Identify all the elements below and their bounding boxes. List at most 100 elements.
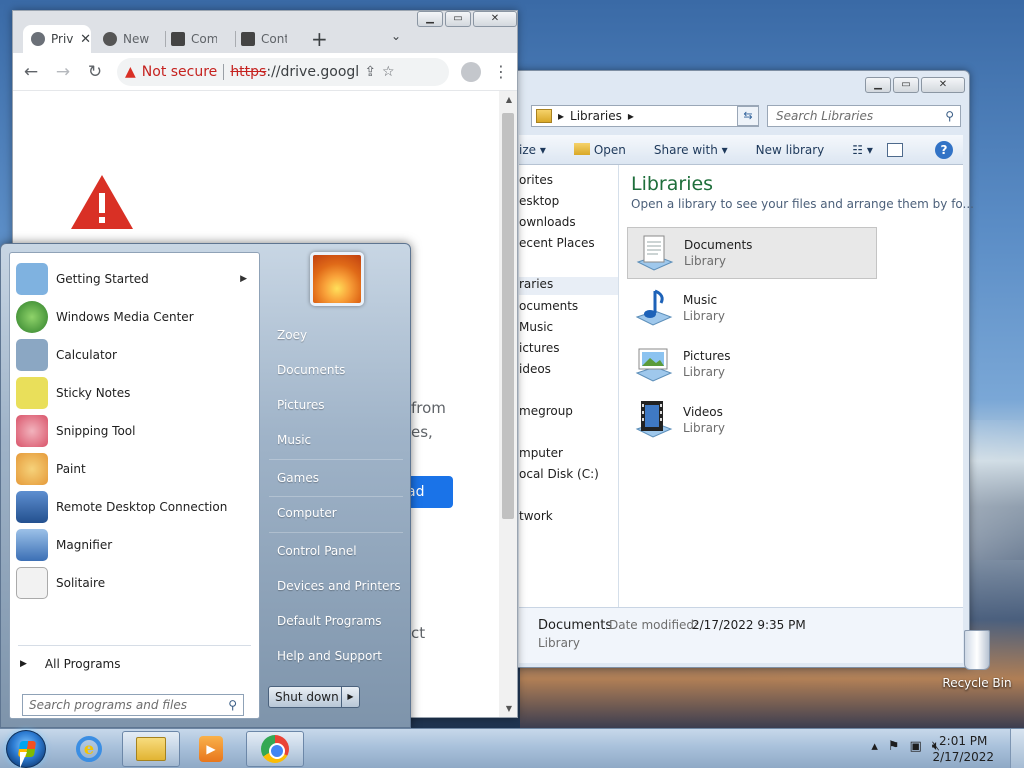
start-devices-and-printers[interactable]: Devices and Printers	[265, 571, 410, 601]
start-default-programs[interactable]: Default Programs	[265, 606, 410, 636]
show-hidden-icons-icon[interactable]: ▴	[871, 739, 878, 754]
action-center-flag-icon[interactable]: ⚑	[888, 739, 900, 754]
program-magnifier[interactable]: Magnifier	[14, 527, 257, 563]
profile-avatar-icon[interactable]	[461, 61, 481, 82]
nav-network[interactable]: twork	[519, 509, 553, 523]
reload-icon[interactable]: ↻	[85, 62, 105, 82]
recycle-bin[interactable]: Recycle Bin	[942, 630, 1012, 690]
tab-new-tab[interactable]: New Tab	[95, 25, 163, 53]
nav-music[interactable]: Music	[519, 320, 553, 334]
nav-desktop[interactable]: esktop	[519, 194, 559, 208]
nav-homegroup[interactable]: megroup	[519, 404, 573, 418]
network-icon[interactable]: ▣	[910, 739, 922, 754]
chrome-menu-icon[interactable]: ⋮	[493, 62, 509, 81]
program-getting-started[interactable]: Getting Started ▶	[14, 261, 257, 297]
library-videos[interactable]: Videos Library	[627, 395, 877, 447]
system-clock[interactable]: 2:01 PM 2/17/2022	[932, 733, 994, 765]
tab-computer[interactable]: Computer	[163, 25, 231, 53]
submenu-arrow-icon[interactable]: ▶	[240, 274, 247, 284]
scroll-up-icon[interactable]: ▲	[506, 95, 512, 104]
search-icon[interactable]: ⚲	[228, 695, 237, 715]
shut-down-button[interactable]: Shut down ▶	[268, 686, 360, 708]
url-text[interactable]: https://drive.googl...	[230, 64, 358, 80]
taskbar-media-player[interactable]: ▶	[182, 731, 240, 767]
nav-libraries[interactable]: raries	[519, 277, 618, 295]
change-view-button[interactable]: ☷ ▾	[838, 143, 887, 157]
tab-privacy[interactable]: Privacy ✕	[23, 25, 91, 53]
all-programs-button[interactable]: ▶ All Programs	[20, 657, 121, 671]
details-modified-label: Date modified:	[609, 618, 699, 632]
warning-icon[interactable]: ▲	[125, 64, 136, 80]
nav-local-disk[interactable]: ocal Disk (C:)	[519, 467, 599, 481]
back-arrow-icon[interactable]: ←	[21, 62, 41, 82]
start-search-input[interactable]: Search programs and files ⚲	[22, 694, 244, 716]
start-games[interactable]: Games	[265, 463, 410, 493]
bookmark-star-icon[interactable]: ☆	[382, 64, 395, 80]
program-snipping-tool[interactable]: Snipping Tool	[14, 413, 257, 449]
not-secure-label[interactable]: Not secure	[142, 64, 218, 80]
open-button[interactable]: Open	[560, 142, 640, 157]
start-help-and-support[interactable]: Help and Support	[265, 641, 410, 671]
tab-content[interactable]: Content	[233, 25, 301, 53]
start-music[interactable]: Music	[265, 425, 410, 455]
chrome-maximize-button[interactable]: ▭	[445, 11, 471, 27]
search-icon[interactable]: ⚲	[945, 106, 954, 126]
start-computer[interactable]: Computer	[265, 498, 410, 528]
explorer-minimize-button[interactable]: ▁	[865, 77, 891, 93]
taskbar-google-chrome[interactable]	[246, 731, 304, 767]
nav-downloads[interactable]: ownloads	[519, 215, 576, 229]
new-tab-button[interactable]: +	[311, 27, 328, 51]
nav-videos[interactable]: ideos	[519, 362, 551, 376]
explorer-window[interactable]: ▁ ▭ ✕ ▸ Libraries ▸ ⇆ Search Libraries ⚲…	[510, 70, 974, 668]
share-with-button[interactable]: Share with ▾	[640, 143, 742, 157]
library-pictures[interactable]: Pictures Library	[627, 339, 877, 391]
taskbar-internet-explorer[interactable]: e	[60, 731, 118, 767]
start-control-panel[interactable]: Control Panel	[265, 536, 410, 566]
start-user-zoey[interactable]: Zoey	[265, 320, 410, 350]
taskbar-windows-explorer[interactable]	[122, 731, 180, 767]
nav-pictures[interactable]: ictures	[519, 341, 560, 355]
chrome-minimize-button[interactable]: ▁	[417, 11, 443, 27]
program-sticky-notes[interactable]: Sticky Notes	[14, 375, 257, 411]
preview-pane-icon[interactable]	[886, 142, 903, 157]
taskbar: e ▶ ▴ ⚑ ▣ 🔇︎ 2:01 PM 2/17/2022	[0, 728, 1024, 768]
explorer-address-bar[interactable]: ▸ Libraries ▸	[531, 105, 759, 127]
tab-label: Computer	[191, 32, 217, 46]
share-icon[interactable]: ⇪	[364, 64, 376, 80]
program-remote-desktop[interactable]: Remote Desktop Connection	[14, 489, 257, 525]
nav-favorites[interactable]: orites	[519, 173, 553, 187]
new-library-button[interactable]: New library	[742, 143, 839, 157]
chrome-close-button[interactable]: ✕	[473, 11, 517, 27]
tab-search-button[interactable]: ⌄	[391, 29, 401, 43]
refresh-button[interactable]: ⇆	[737, 106, 759, 126]
breadcrumb-separator-icon[interactable]: ▸	[558, 109, 564, 123]
breadcrumb-libraries[interactable]: Libraries	[570, 109, 622, 123]
explorer-search-input[interactable]: Search Libraries ⚲	[767, 105, 961, 127]
show-desktop-button[interactable]	[1010, 729, 1024, 768]
start-pictures[interactable]: Pictures	[265, 390, 410, 420]
breadcrumb-chevron-icon[interactable]: ▸	[628, 109, 634, 123]
tab-close-icon[interactable]: ✕	[80, 32, 91, 47]
start-documents[interactable]: Documents	[265, 355, 410, 385]
nav-recent-places[interactable]: ecent Places	[519, 236, 595, 250]
scroll-down-icon[interactable]: ▼	[506, 704, 512, 713]
nav-documents[interactable]: ocuments	[519, 299, 578, 313]
program-calculator[interactable]: Calculator	[14, 337, 257, 373]
explorer-maximize-button[interactable]: ▭	[893, 77, 919, 93]
help-icon[interactable]: ?	[935, 140, 953, 159]
user-picture[interactable]	[310, 252, 364, 306]
explorer-close-button[interactable]: ✕	[921, 77, 965, 93]
nav-computer[interactable]: mputer	[519, 446, 563, 460]
address-bar[interactable]: ▲ Not secure https://drive.googl... ⇪ ☆	[117, 57, 449, 86]
organize-button[interactable]: ize ▾	[519, 143, 560, 157]
scrollbar-thumb[interactable]	[502, 113, 514, 519]
vertical-scrollbar[interactable]: ▲ ▼	[499, 91, 517, 717]
program-windows-media-center[interactable]: Windows Media Center	[14, 299, 257, 335]
program-label: Windows Media Center	[56, 310, 194, 324]
library-music[interactable]: Music Library	[627, 283, 877, 335]
program-solitaire[interactable]: Solitaire	[14, 565, 257, 601]
shut-down-options-arrow-icon[interactable]: ▶	[341, 687, 359, 707]
library-documents[interactable]: Documents Library	[627, 227, 877, 279]
forward-arrow-icon[interactable]: →	[53, 62, 73, 82]
program-paint[interactable]: Paint	[14, 451, 257, 487]
